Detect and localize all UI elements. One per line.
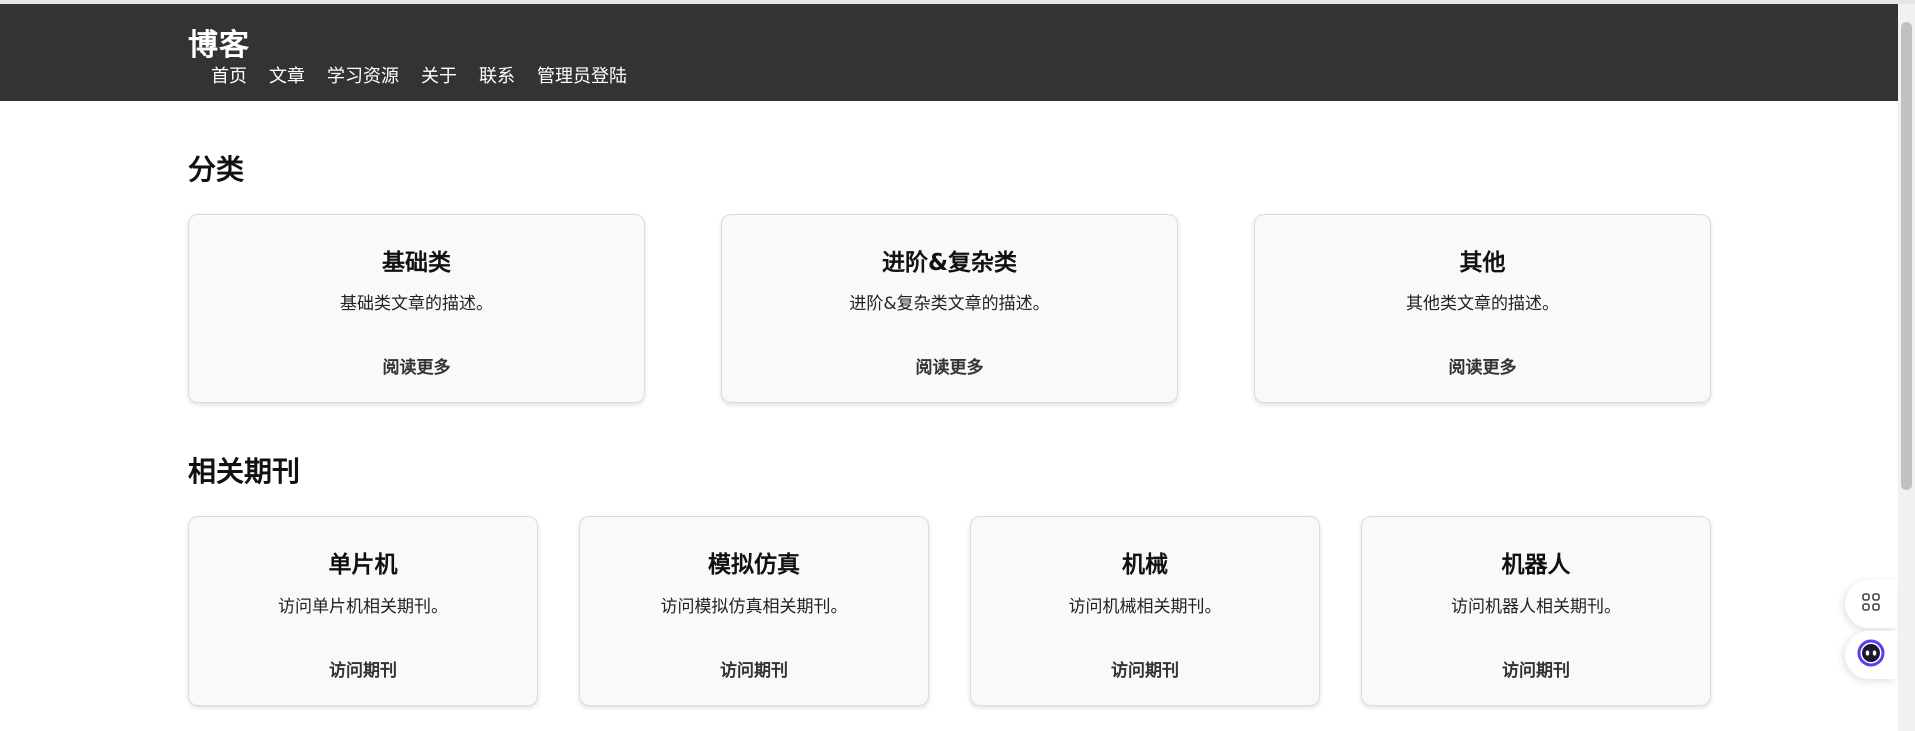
category-card-other: 其他 其他类文章的描述。 阅读更多 bbox=[1254, 214, 1711, 403]
categories-heading: 分类 bbox=[188, 153, 245, 186]
visit-journal-link[interactable]: 访问期刊 bbox=[189, 656, 537, 681]
card-description: 访问机械相关期刊。 bbox=[1068, 597, 1222, 617]
category-card-advanced: 进阶&复杂类 进阶&复杂类文章的描述。 阅读更多 bbox=[721, 214, 1178, 403]
scrollbar-thumb[interactable] bbox=[1901, 22, 1912, 490]
nav-home[interactable]: 首页 bbox=[211, 62, 247, 88]
journal-card-robotics: 机器人 访问机器人相关期刊。 访问期刊 bbox=[1361, 516, 1711, 706]
read-more-link[interactable]: 阅读更多 bbox=[1255, 353, 1710, 378]
card-description: 访问单片机相关期刊。 bbox=[278, 597, 448, 617]
site-header: 博客 首页 文章 学习资源 关于 联系 管理员登陆 bbox=[0, 4, 1898, 101]
journals-heading: 相关期刊 bbox=[188, 455, 301, 488]
nav-about[interactable]: 关于 bbox=[421, 62, 457, 88]
category-cards: 基础类 基础类文章的描述。 阅读更多 进阶&复杂类 进阶&复杂类文章的描述。 阅… bbox=[188, 214, 1711, 403]
journal-card-mechanical: 机械 访问机械相关期刊。 访问期刊 bbox=[970, 516, 1320, 706]
site-brand[interactable]: 博客 bbox=[188, 20, 250, 64]
journal-cards: 单片机 访问单片机相关期刊。 访问期刊 模拟仿真 访问模拟仿真相关期刊。 访问期… bbox=[188, 516, 1711, 706]
card-title: 机器人 bbox=[1501, 552, 1571, 578]
read-more-link[interactable]: 阅读更多 bbox=[722, 353, 1177, 378]
vertical-scrollbar[interactable] bbox=[1898, 4, 1915, 731]
visit-journal-link[interactable]: 访问期刊 bbox=[971, 656, 1319, 681]
nav-learning-resources[interactable]: 学习资源 bbox=[327, 62, 399, 88]
card-title: 基础类 bbox=[382, 250, 451, 276]
grid-apps-icon bbox=[1861, 592, 1881, 616]
assistant-bot-icon bbox=[1857, 639, 1885, 671]
card-description: 基础类文章的描述。 bbox=[340, 294, 493, 314]
visit-journal-link[interactable]: 访问期刊 bbox=[580, 656, 928, 681]
main-nav: 首页 文章 学习资源 关于 联系 管理员登陆 bbox=[211, 62, 627, 88]
card-title: 模拟仿真 bbox=[708, 552, 800, 578]
card-description: 访问机器人相关期刊。 bbox=[1451, 597, 1621, 617]
card-description: 进阶&复杂类文章的描述。 bbox=[849, 294, 1050, 314]
visit-journal-link[interactable]: 访问期刊 bbox=[1362, 656, 1710, 681]
journal-card-mcu: 单片机 访问单片机相关期刊。 访问期刊 bbox=[188, 516, 538, 706]
card-description: 其他类文章的描述。 bbox=[1406, 294, 1559, 314]
card-title: 单片机 bbox=[328, 552, 398, 578]
assistant-button[interactable] bbox=[1845, 631, 1897, 679]
nav-articles[interactable]: 文章 bbox=[269, 62, 305, 88]
card-title: 进阶&复杂类 bbox=[881, 250, 1018, 276]
journal-card-simulation: 模拟仿真 访问模拟仿真相关期刊。 访问期刊 bbox=[579, 516, 929, 706]
card-title: 其他 bbox=[1459, 250, 1506, 276]
category-card-basic: 基础类 基础类文章的描述。 阅读更多 bbox=[188, 214, 645, 403]
card-description: 访问模拟仿真相关期刊。 bbox=[660, 597, 848, 617]
card-title: 机械 bbox=[1122, 552, 1168, 578]
grid-apps-button[interactable] bbox=[1845, 580, 1897, 628]
read-more-link[interactable]: 阅读更多 bbox=[189, 353, 644, 378]
nav-admin-login[interactable]: 管理员登陆 bbox=[537, 62, 627, 88]
nav-contact[interactable]: 联系 bbox=[479, 62, 515, 88]
